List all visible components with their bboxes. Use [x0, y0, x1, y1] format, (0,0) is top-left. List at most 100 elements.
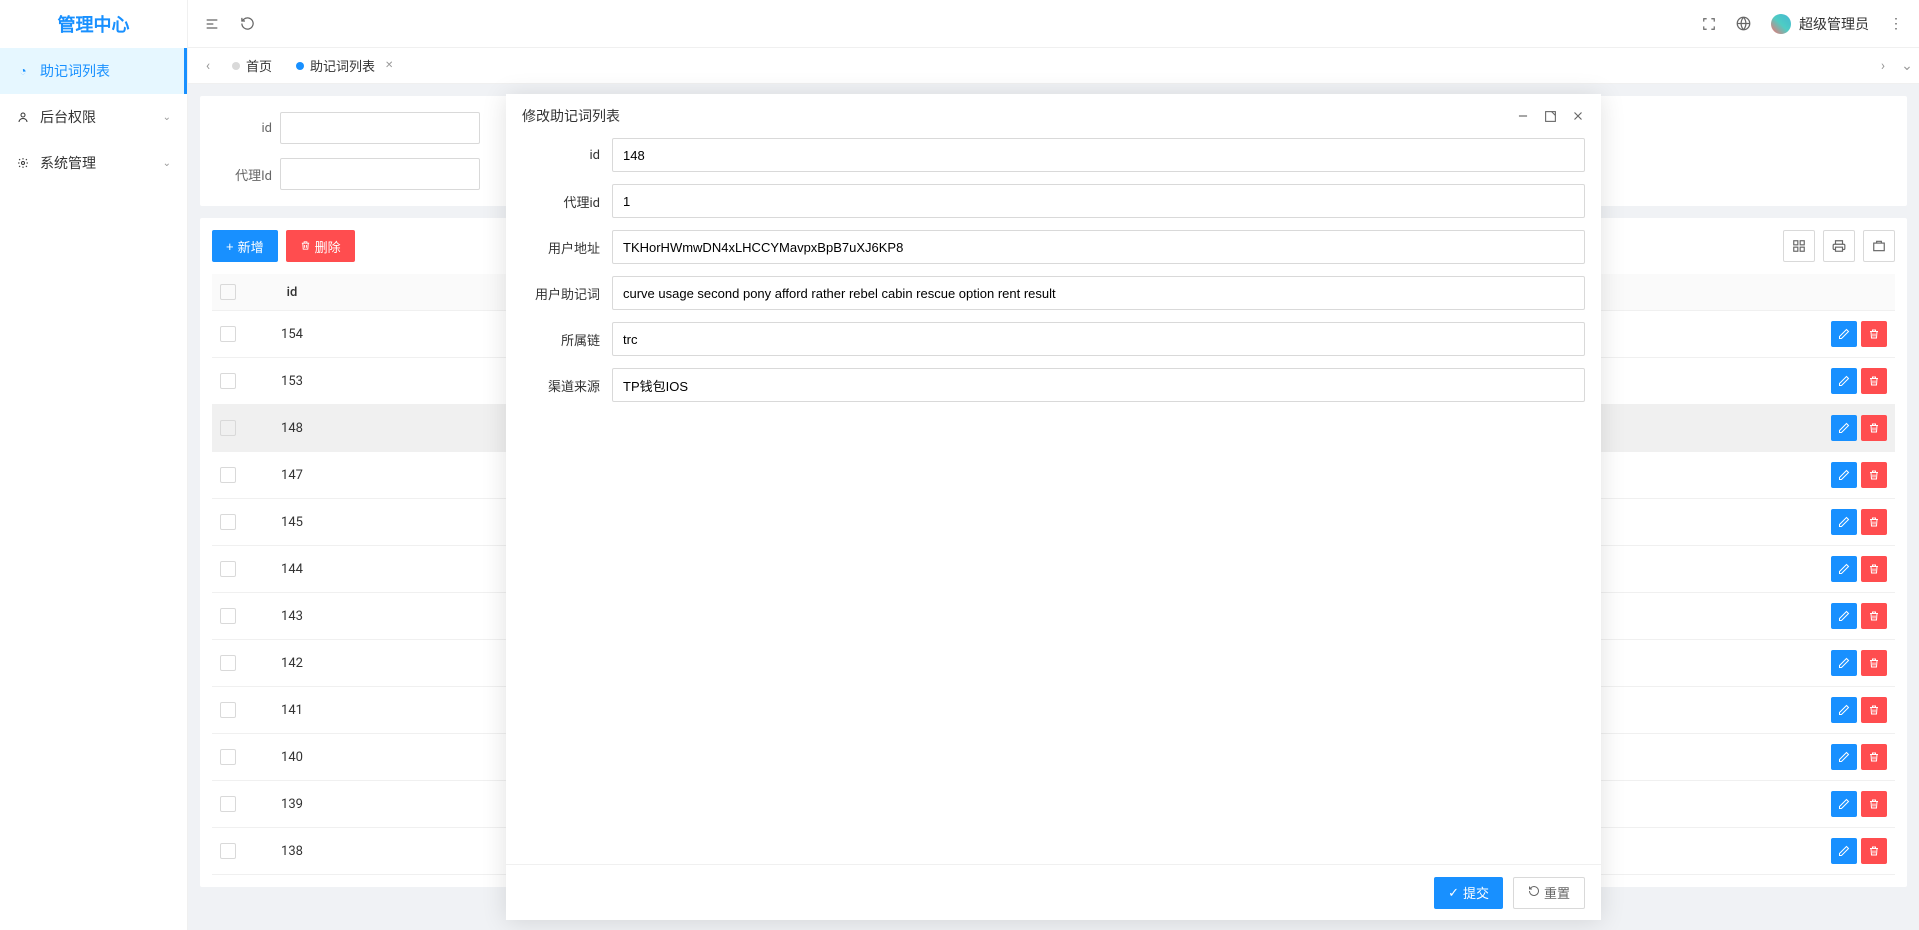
submit-button[interactable]: ✓ 提交 — [1434, 877, 1503, 909]
form-label-mnemonic: 用户助记词 — [522, 284, 612, 303]
row-checkbox[interactable] — [220, 796, 236, 812]
row-checkbox[interactable] — [220, 326, 236, 342]
tabs-bar: ‹ 首页 助记词列表 ✕ › ⌄ — [188, 48, 1919, 84]
tab-mnemonic-list[interactable]: 助记词列表 ✕ — [284, 48, 405, 83]
sidebar: 管理中心 ◔ 助记词列表 后台权限 ⌄ 系统管理 ⌄ — [0, 0, 188, 930]
row-delete-button[interactable] — [1861, 838, 1887, 864]
tab-label: 助记词列表 — [310, 56, 375, 75]
button-label: 删除 — [315, 237, 341, 256]
sidebar-item-mnemonic-list[interactable]: ◔ 助记词列表 — [0, 48, 187, 94]
form-label-chain: 所属链 — [522, 330, 612, 349]
row-delete-button[interactable] — [1861, 321, 1887, 347]
row-delete-button[interactable] — [1861, 368, 1887, 394]
row-checkbox[interactable] — [220, 561, 236, 577]
cell-id: 147 — [252, 452, 332, 499]
row-edit-button[interactable] — [1831, 650, 1857, 676]
sidebar-item-system[interactable]: 系统管理 ⌄ — [0, 140, 187, 186]
collapse-menu-icon[interactable] — [204, 16, 220, 32]
form-input-user-address[interactable] — [612, 230, 1585, 264]
row-edit-button[interactable] — [1831, 791, 1857, 817]
close-icon[interactable]: ✕ — [385, 60, 393, 71]
row-delete-button[interactable] — [1861, 791, 1887, 817]
row-checkbox[interactable] — [220, 702, 236, 718]
row-edit-button[interactable] — [1831, 838, 1857, 864]
row-delete-button[interactable] — [1861, 462, 1887, 488]
search-input-id[interactable] — [280, 112, 480, 144]
row-edit-button[interactable] — [1831, 321, 1857, 347]
gear-icon — [16, 156, 30, 170]
row-edit-button[interactable] — [1831, 509, 1857, 535]
row-edit-button[interactable] — [1831, 462, 1857, 488]
export-button[interactable] — [1863, 230, 1895, 262]
edit-modal: 修改助记词列表 id 代理id 用户地址 用户助记词 — [506, 94, 1601, 920]
form-input-agent-id[interactable] — [612, 184, 1585, 218]
tab-home[interactable]: 首页 — [220, 48, 284, 83]
search-input-agent-id[interactable] — [280, 158, 480, 190]
form-label-agent-id: 代理id — [522, 192, 612, 211]
minimize-icon[interactable] — [1516, 109, 1530, 123]
row-checkbox[interactable] — [220, 420, 236, 436]
row-delete-button[interactable] — [1861, 415, 1887, 441]
row-checkbox[interactable] — [220, 373, 236, 389]
row-checkbox[interactable] — [220, 749, 236, 765]
cell-id: 140 — [252, 734, 332, 781]
row-checkbox[interactable] — [220, 467, 236, 483]
columns-button[interactable] — [1783, 230, 1815, 262]
reset-icon — [1528, 885, 1540, 900]
form-input-channel[interactable] — [612, 368, 1585, 402]
print-button[interactable] — [1823, 230, 1855, 262]
form-label-user-address: 用户地址 — [522, 238, 612, 257]
row-delete-button[interactable] — [1861, 603, 1887, 629]
row-edit-button[interactable] — [1831, 415, 1857, 441]
row-edit-button[interactable] — [1831, 744, 1857, 770]
cell-id: 141 — [252, 687, 332, 734]
form-input-chain[interactable] — [612, 322, 1585, 356]
tab-dot-icon — [232, 62, 240, 70]
tab-next[interactable]: › — [1871, 48, 1895, 83]
row-delete-button[interactable] — [1861, 556, 1887, 582]
sidebar-item-permissions[interactable]: 后台权限 ⌄ — [0, 94, 187, 140]
row-delete-button[interactable] — [1861, 650, 1887, 676]
form-input-id[interactable] — [612, 138, 1585, 172]
user-icon — [16, 110, 30, 124]
user-name: 超级管理员 — [1799, 14, 1869, 34]
more-icon[interactable]: ⋮ — [1889, 16, 1903, 32]
close-icon[interactable] — [1571, 109, 1585, 123]
cell-id: 144 — [252, 546, 332, 593]
form-label-id: id — [522, 148, 612, 163]
sidebar-item-label: 后台权限 — [40, 107, 96, 127]
modal-footer: ✓ 提交 重置 — [506, 864, 1601, 920]
reset-button[interactable]: 重置 — [1513, 877, 1585, 909]
sidebar-item-label: 系统管理 — [40, 153, 96, 173]
row-checkbox[interactable] — [220, 655, 236, 671]
maximize-icon[interactable] — [1544, 109, 1557, 123]
checkbox-all[interactable] — [220, 284, 236, 300]
button-label: 重置 — [1544, 883, 1570, 902]
row-delete-button[interactable] — [1861, 509, 1887, 535]
refresh-icon[interactable] — [240, 16, 255, 31]
row-edit-button[interactable] — [1831, 603, 1857, 629]
tab-label: 首页 — [246, 56, 272, 75]
row-checkbox[interactable] — [220, 843, 236, 859]
cell-id: 148 — [252, 405, 332, 452]
tab-menu[interactable]: ⌄ — [1895, 48, 1919, 83]
tab-prev[interactable]: ‹ — [196, 48, 220, 83]
cell-id: 145 — [252, 499, 332, 546]
row-delete-button[interactable] — [1861, 744, 1887, 770]
form-input-mnemonic[interactable] — [612, 276, 1585, 310]
cell-id: 138 — [252, 828, 332, 875]
row-delete-button[interactable] — [1861, 697, 1887, 723]
delete-button[interactable]: 删除 — [286, 230, 355, 262]
user-menu[interactable]: 超级管理员 — [1771, 14, 1869, 34]
row-checkbox[interactable] — [220, 514, 236, 530]
avatar — [1771, 14, 1791, 34]
row-edit-button[interactable] — [1831, 556, 1857, 582]
row-edit-button[interactable] — [1831, 697, 1857, 723]
header: 超级管理员 ⋮ — [188, 0, 1919, 48]
language-icon[interactable] — [1736, 16, 1751, 31]
cell-id: 143 — [252, 593, 332, 640]
add-button[interactable]: + 新增 — [212, 230, 278, 262]
row-checkbox[interactable] — [220, 608, 236, 624]
row-edit-button[interactable] — [1831, 368, 1857, 394]
fullscreen-icon[interactable] — [1702, 17, 1716, 31]
